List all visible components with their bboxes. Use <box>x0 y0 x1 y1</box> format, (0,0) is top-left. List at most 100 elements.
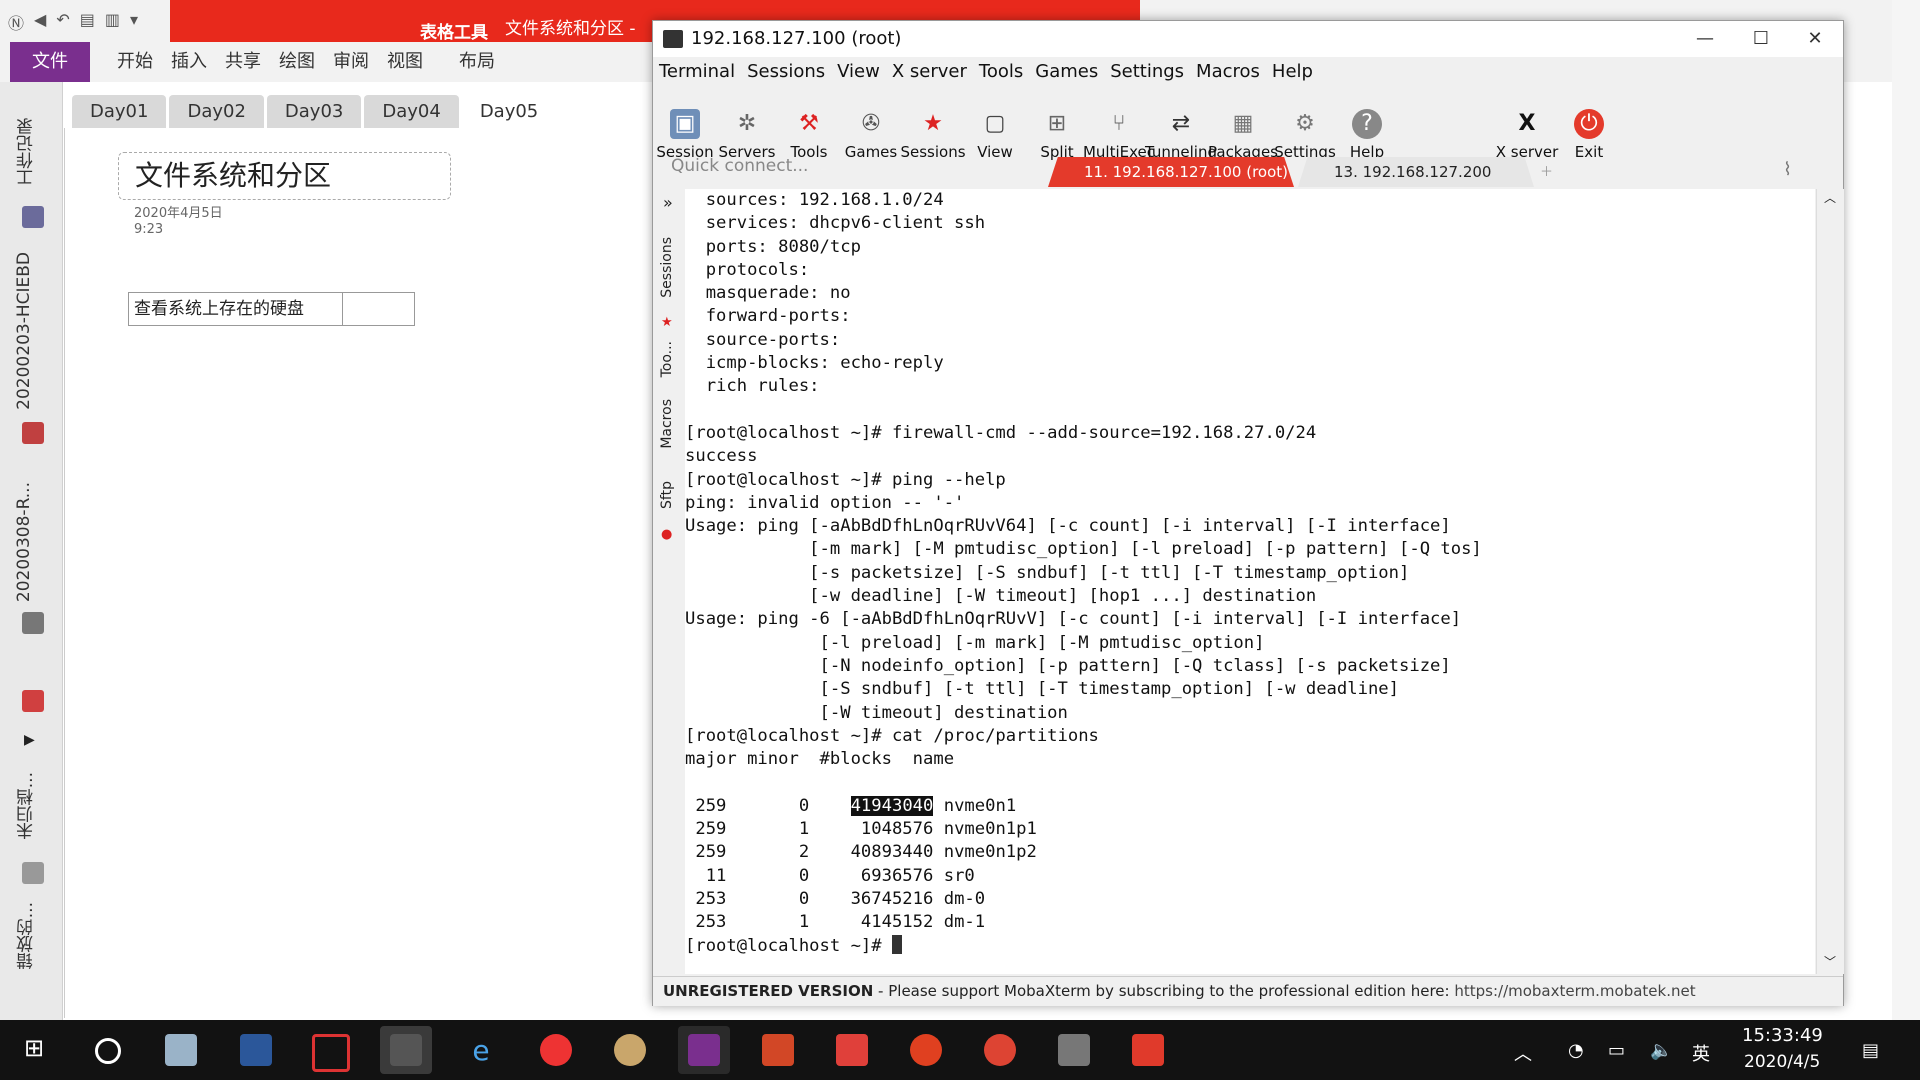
taskbar-app-xmind[interactable] <box>826 1026 878 1074</box>
taskbar-app-pdf[interactable] <box>1122 1026 1174 1074</box>
onenote-right-scrollbar[interactable] <box>1892 0 1920 1020</box>
undo-icon[interactable]: ↶ <box>56 10 69 34</box>
scroll-down-icon[interactable]: ﹀ <box>1824 953 1836 970</box>
ribbon-tab-layout[interactable]: 布局 <box>450 42 504 82</box>
maximize-icon[interactable]: ☐ <box>1733 21 1789 57</box>
taskbar-app-remote[interactable] <box>305 1026 357 1074</box>
ime-indicator[interactable]: 英 <box>1692 1040 1710 1066</box>
onenote-doc-title: 文件系统和分区 - <box>505 19 636 39</box>
taskbar-app-chrome[interactable] <box>974 1026 1026 1074</box>
mobaxterm-taskbar-icon <box>390 1034 422 1066</box>
taskbar-app-firefox[interactable] <box>900 1026 952 1074</box>
notebook-section-unfiled[interactable]: 未归档... <box>14 772 39 839</box>
start-button[interactable]: ⊞ <box>8 1026 60 1074</box>
ribbon-tab-view[interactable]: 视图 <box>378 42 432 82</box>
terminal-line: rich rules: <box>685 376 820 397</box>
notebook-icon[interactable] <box>22 690 44 712</box>
ribbon-tab-share[interactable]: 共享 <box>216 42 270 82</box>
tab-session-13[interactable]: 13. 192.168.127.200 (root) <box>1298 157 1534 187</box>
terminal-line: [root@localhost ~]# ping --help <box>685 469 1006 490</box>
page-tab-day02[interactable]: Day02 <box>169 95 264 128</box>
servers-icon: ✲ <box>737 111 757 136</box>
attach-icon[interactable]: ⌇ <box>1783 159 1792 180</box>
menu-games[interactable]: Games <box>1029 61 1104 82</box>
search-button[interactable] <box>82 1026 134 1074</box>
notebook-icon[interactable] <box>22 422 44 444</box>
notebook-section-r[interactable]: 20200308-R... <box>14 482 34 602</box>
page-title[interactable]: 文件系统和分区 <box>118 152 451 200</box>
note-table[interactable]: 查看系统上存在的硬盘 <box>128 292 415 326</box>
moba-side-tabs: » Sessions ★ Too... Macros Sftp ● <box>653 189 685 959</box>
taskbar-app-mobaxterm[interactable] <box>380 1026 432 1074</box>
page-view-icon[interactable]: ▥ <box>105 10 120 34</box>
minimize-icon[interactable]: — <box>1677 21 1733 57</box>
menu-tools[interactable]: Tools <box>973 61 1029 82</box>
menu-view[interactable]: View <box>831 61 886 82</box>
partition-name: sr0 <box>943 865 975 886</box>
network-icon[interactable]: ◔ <box>1568 1040 1584 1061</box>
page-tab-day05[interactable]: Day05 <box>461 95 557 128</box>
tray-overflow-icon[interactable]: ︿ <box>1514 1040 1532 1066</box>
page-canvas[interactable] <box>64 128 655 1018</box>
back-icon[interactable]: ◀ <box>34 10 46 34</box>
menu-sessions[interactable]: Sessions <box>741 61 831 82</box>
partition-row: 259 1 1048576 nvme0n1p1 <box>685 819 1037 840</box>
session-tabs: 11. 192.168.127.100 (root) 13. 192.168.1… <box>1048 157 1828 187</box>
taskbar-app-qq[interactable] <box>530 1026 582 1074</box>
side-tab-macros[interactable]: Macros <box>659 399 675 449</box>
side-tab-tools[interactable]: Too... <box>659 341 675 377</box>
customize-qat-icon[interactable]: ▾ <box>130 10 138 34</box>
menu-help[interactable]: Help <box>1266 61 1319 82</box>
table-cell[interactable]: 查看系统上存在的硬盘 <box>129 293 343 325</box>
page-tab-day01[interactable]: Day01 <box>72 95 167 128</box>
ribbon-tab-file[interactable]: 文件 <box>10 42 90 82</box>
collapse-sidebar-icon[interactable]: » <box>663 193 673 212</box>
taskbar-app-powerpoint[interactable] <box>752 1026 804 1074</box>
page-tab-day03[interactable]: Day03 <box>266 95 362 128</box>
quick-connect-input[interactable]: Quick connect... <box>671 156 808 176</box>
taskbar-app-camera[interactable] <box>1048 1026 1100 1074</box>
scroll-up-icon[interactable]: ︿ <box>1824 189 1836 206</box>
side-tab-sftp[interactable]: Sftp <box>659 481 675 509</box>
partition-row: 259 0 41943040 nvme0n1 <box>685 795 1017 816</box>
terminal-scrollbar[interactable]: ︿ ﹀ <box>1816 189 1844 974</box>
dock-icon[interactable]: ▤ <box>80 10 95 34</box>
side-tab-sessions[interactable]: Sessions <box>659 237 675 298</box>
taskbar-app-onenote[interactable] <box>678 1026 730 1074</box>
menu-terminal[interactable]: Terminal <box>653 61 741 82</box>
ie-icon: e <box>472 1034 490 1067</box>
notebook-section-work[interactable]: 工作记录 <box>14 118 39 186</box>
page-tab-day04[interactable]: Day04 <box>364 95 459 128</box>
expand-arrow-icon[interactable]: ▶ <box>24 732 35 748</box>
notebook-icon[interactable] <box>22 206 44 228</box>
clock-time[interactable]: 15:33:49 <box>1742 1025 1823 1046</box>
taskbar-app-paint[interactable] <box>604 1026 656 1074</box>
terminal-output[interactable]: sources: 192.168.1.0/24 services: dhcpv6… <box>685 189 1815 974</box>
menu-settings[interactable]: Settings <box>1104 61 1190 82</box>
battery-icon[interactable]: ▭ <box>1608 1040 1625 1061</box>
ribbon-tab-home[interactable]: 开始 <box>108 42 162 82</box>
notification-icon[interactable]: ▤ <box>1862 1040 1879 1061</box>
taskbar-app-word[interactable] <box>230 1026 282 1074</box>
taskbar-app-explorer[interactable] <box>155 1026 207 1074</box>
taskbar-app-ie[interactable]: e <box>455 1026 507 1074</box>
menu-x-server[interactable]: X server <box>886 61 973 82</box>
onenote-app-icon: Ⓝ <box>8 14 25 33</box>
notebook-section-hciebd[interactable]: 20200203-HCIEBD <box>14 252 34 410</box>
notebook-icon[interactable] <box>22 612 44 634</box>
tab-session-11[interactable]: 11. 192.168.127.100 (root) <box>1048 157 1294 187</box>
new-tab-icon[interactable]: ＋ <box>1540 161 1553 180</box>
notebook-icon[interactable] <box>22 862 44 884</box>
volume-icon[interactable]: 🔈 <box>1650 1040 1672 1061</box>
clock-date[interactable]: 2020/4/5 <box>1744 1052 1820 1072</box>
close-icon[interactable]: ✕ <box>1787 21 1843 57</box>
status-link[interactable]: https://mobaxterm.mobatek.net <box>1454 982 1695 1000</box>
partition-blocks: 40893440 <box>829 842 934 863</box>
terminal-line: masquerade: no <box>685 283 851 304</box>
notebook-section-misplaced[interactable]: 错放的... <box>14 902 39 969</box>
ribbon-tab-draw[interactable]: 绘图 <box>270 42 324 82</box>
ribbon-tab-review[interactable]: 审阅 <box>324 42 378 82</box>
partition-blocks: 41943040 <box>850 795 934 816</box>
menu-macros[interactable]: Macros <box>1190 61 1266 82</box>
ribbon-tab-insert[interactable]: 插入 <box>162 42 216 82</box>
